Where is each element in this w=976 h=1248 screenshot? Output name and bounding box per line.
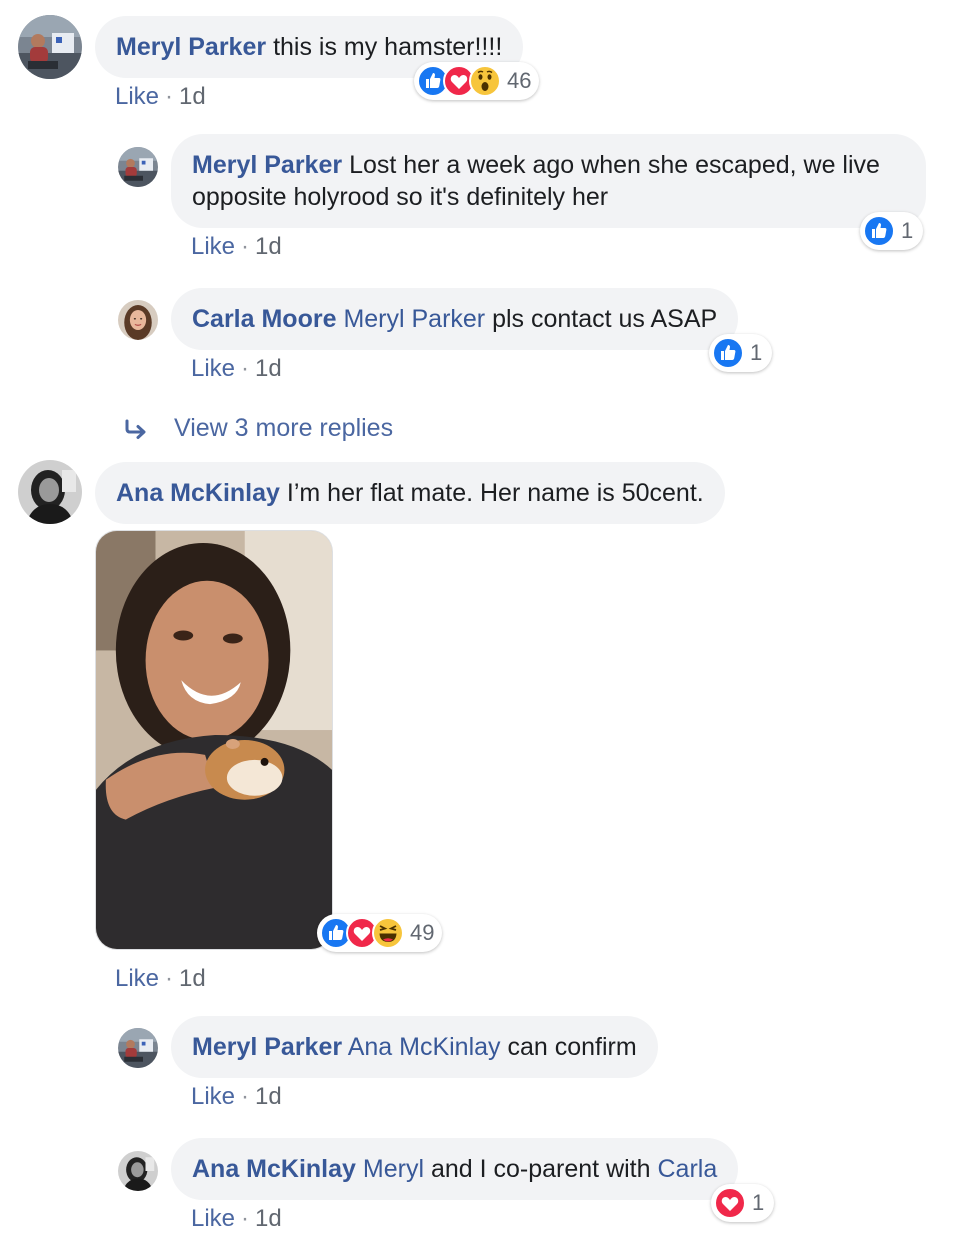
- comment-actions: Like · 1d: [115, 82, 206, 112]
- love-icon: [714, 1187, 746, 1219]
- reaction-count: 1: [750, 340, 763, 365]
- reply-bubble: Meryl Parker Ana McKinlay can confirm: [171, 1016, 658, 1078]
- reply-author[interactable]: Carla Moore: [192, 305, 336, 333]
- reply-text: can confirm: [507, 1033, 637, 1061]
- reactions-summary[interactable]: 1: [711, 1184, 775, 1222]
- reply-author[interactable]: Meryl Parker: [192, 1033, 342, 1061]
- avatar-ana-mckinlay[interactable]: [18, 460, 82, 524]
- comment-text: this is my hamster!!!!: [273, 33, 503, 61]
- timestamp[interactable]: 1d: [179, 965, 206, 992]
- reaction-count: 1: [901, 218, 914, 243]
- avatar-meryl-parker[interactable]: [118, 1028, 158, 1068]
- comment-bubble: Ana McKinlay I’m her flat mate. Her name…: [95, 462, 725, 524]
- reaction-count: 49: [410, 920, 435, 945]
- separator: ·: [241, 355, 250, 382]
- reply-actions: Like · 1d: [191, 1204, 282, 1234]
- haha-icon: [372, 917, 404, 949]
- timestamp[interactable]: 1d: [255, 1083, 282, 1110]
- avatar-meryl-parker[interactable]: [18, 15, 82, 79]
- reply-actions: Like · 1d: [191, 1082, 282, 1112]
- separator: ·: [241, 233, 250, 260]
- like-icon: [712, 337, 744, 369]
- reactions-summary[interactable]: 46: [414, 62, 540, 100]
- separator: ·: [241, 1205, 250, 1232]
- reply-bubble: Carla Moore Meryl Parker pls contact us …: [171, 288, 739, 350]
- reply-bubble: Meryl Parker Lost her a week ago when sh…: [171, 134, 926, 228]
- view-more-label[interactable]: View 3 more replies: [174, 414, 393, 443]
- separator: ·: [165, 965, 174, 992]
- comment-actions: Like · 1d: [115, 964, 206, 994]
- reply-author[interactable]: Ana McKinlay: [192, 1155, 356, 1183]
- reply-author[interactable]: Meryl Parker: [192, 151, 342, 179]
- reaction-count: 1: [752, 1190, 765, 1215]
- like-button[interactable]: Like: [115, 965, 159, 992]
- view-more-replies-link[interactable]: View 3 more replies: [122, 414, 393, 443]
- timestamp[interactable]: 1d: [179, 83, 206, 110]
- like-icon: [863, 215, 895, 247]
- avatar-carla-moore[interactable]: [118, 300, 158, 340]
- avatar-meryl-parker[interactable]: [118, 147, 158, 187]
- mention-link[interactable]: Carla: [657, 1155, 717, 1183]
- like-button[interactable]: Like: [191, 355, 235, 382]
- comment-author[interactable]: Ana McKinlay: [116, 479, 280, 507]
- like-button[interactable]: Like: [115, 83, 159, 110]
- reply-actions: Like · 1d: [191, 354, 282, 384]
- timestamp[interactable]: 1d: [255, 1205, 282, 1232]
- like-button[interactable]: Like: [191, 1205, 235, 1232]
- reply-arrow-icon: [125, 419, 146, 439]
- reply-bubble: Ana McKinlay Meryl and I co-parent with …: [171, 1138, 739, 1200]
- mention-link[interactable]: Meryl: [363, 1155, 424, 1183]
- reply-actions: Like · 1d: [191, 232, 282, 262]
- mention-link[interactable]: Ana McKinlay: [348, 1033, 501, 1061]
- timestamp[interactable]: 1d: [255, 355, 282, 382]
- mention-link[interactable]: Meryl Parker: [343, 305, 485, 333]
- reactions-summary[interactable]: 49: [317, 914, 443, 952]
- reply-text: and I co-parent with: [430, 1155, 651, 1183]
- like-button[interactable]: Like: [191, 233, 235, 260]
- like-button[interactable]: Like: [191, 1083, 235, 1110]
- separator: ·: [165, 83, 174, 110]
- reply-text: pls contact us ASAP: [492, 305, 718, 333]
- avatar-ana-mckinlay[interactable]: [118, 1151, 158, 1191]
- timestamp[interactable]: 1d: [255, 233, 282, 260]
- wow-icon: [469, 65, 501, 97]
- comment-author[interactable]: Meryl Parker: [116, 33, 266, 61]
- reactions-summary[interactable]: 1: [860, 212, 924, 250]
- reaction-count: 46: [507, 68, 532, 93]
- comment-photo[interactable]: [95, 530, 333, 950]
- separator: ·: [241, 1083, 250, 1110]
- comment-text: I’m her flat mate. Her name is 50cent.: [286, 479, 704, 507]
- reactions-summary[interactable]: 1: [709, 334, 773, 372]
